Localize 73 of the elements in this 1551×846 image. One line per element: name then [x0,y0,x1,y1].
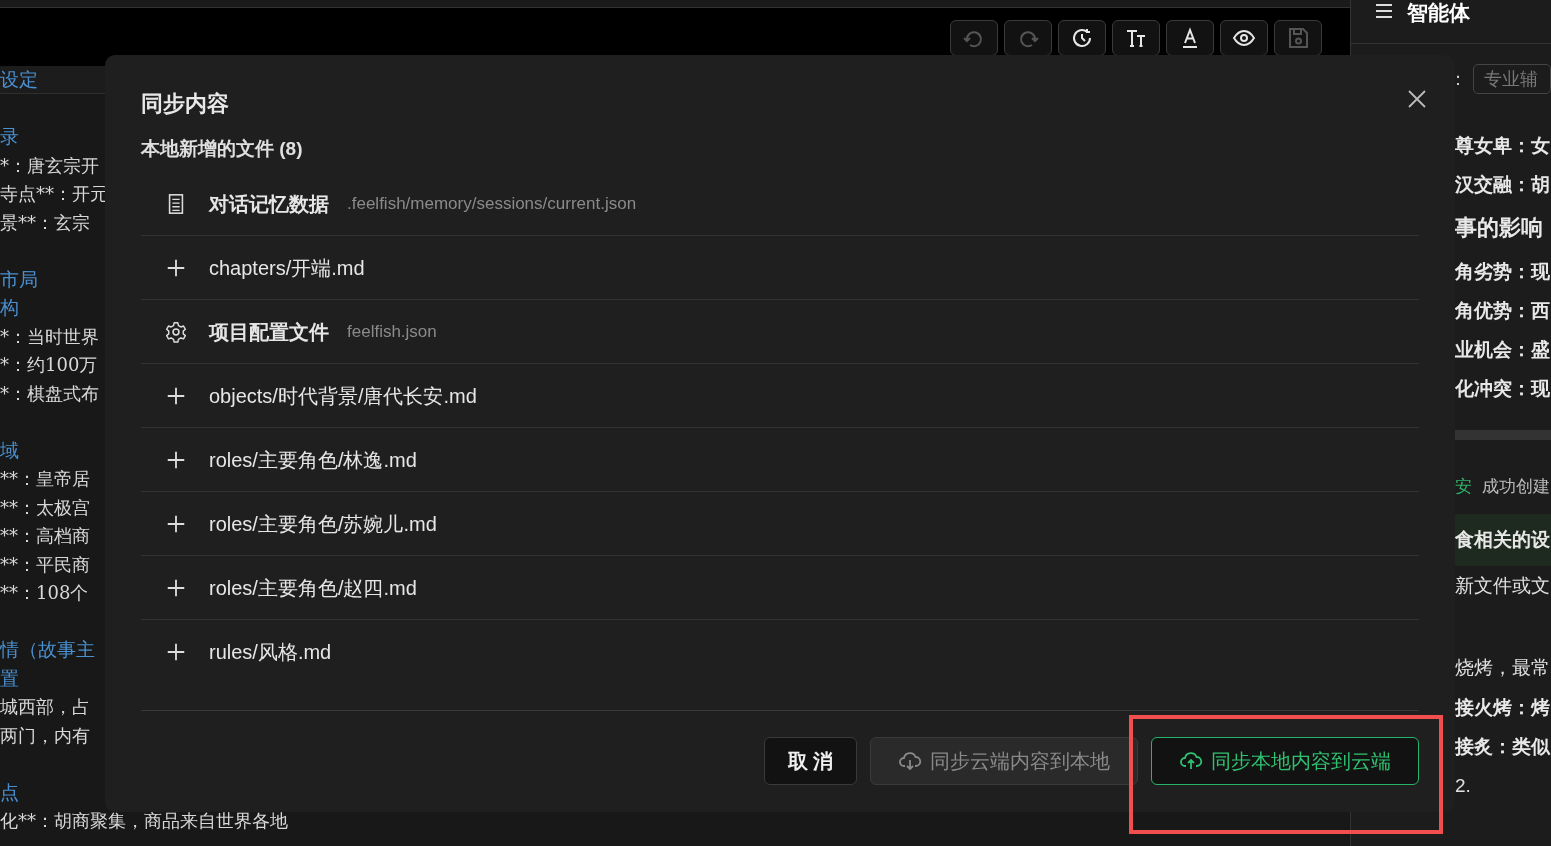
text-line: 化**：胡商聚集，商品来自世界各地 [0,811,288,832]
heading: 事的影响 [1455,214,1544,242]
file-row[interactable]: roles/主要角色/林逸.md [141,428,1419,492]
file-row[interactable]: 项目配置文件 feelfish.json [141,300,1419,364]
file-row[interactable]: objects/时代背景/唐代长安.md [141,364,1419,428]
mode-select[interactable]: 专业辅 [1473,64,1551,94]
file-row[interactable]: roles/主要角色/赵四.md [141,556,1419,620]
file-path: feelfish.json [347,320,437,343]
section-heading: 录 [0,127,19,148]
file-row[interactable]: roles/主要角色/苏婉儿.md [141,492,1419,556]
status-tag: 安 [1455,474,1472,500]
text-line: 烧烤，最常 [1455,656,1551,680]
file-name: roles/主要角色/林逸.md [209,447,417,473]
file-name: roles/主要角色/赵四.md [209,575,417,601]
status-text: 成功创建 [1482,476,1550,499]
file-name: objects/时代背景/唐代长安.md [209,383,477,409]
editor-title: 设定 [0,70,38,89]
panel-title: 智能体 [1407,2,1470,23]
text-line: *：约100万 [0,355,98,376]
eye-button[interactable] [1220,20,1268,56]
close-icon [1407,89,1427,109]
text-line: *：当时世界 [0,326,99,347]
text-line: **：平民商 [0,554,90,575]
text-line: 角优势：西 [1455,299,1551,323]
file-name: roles/主要角色/苏婉儿.md [209,511,437,537]
text-line: **：皇帝居 [0,469,90,490]
file-name: chapters/开端.md [209,255,365,281]
text-line: 业机会：盛 [1455,338,1551,362]
cloud-download-icon [898,750,922,771]
text-line: 新文件或文 [1455,574,1551,598]
text-line: 接火烤：烤 [1455,696,1551,720]
close-button[interactable] [1407,89,1427,109]
text-line: **：108个 [0,583,89,604]
section-heading: 域 [0,440,19,461]
text-line: *：唐玄宗开 [0,155,99,176]
text-line: 2. [1455,774,1472,798]
section-heading: 点 [0,782,19,803]
file-row[interactable]: chapters/开端.md [141,236,1419,300]
file-name: rules/风格.md [209,640,332,665]
dialog-title: 同步内容 [141,93,229,115]
text-line: 尊女卑：女 [1455,134,1551,158]
gear-icon [165,320,187,343]
file-path: .feelfish/memory/sessions/current.json [347,192,637,215]
text-line: 化冲突：现 [1455,377,1551,401]
file-name: 对话记忆数据 [209,191,329,217]
section-heading: 市局 [0,269,38,290]
plus-icon [165,641,187,663]
save-icon [1286,26,1310,50]
menu-icon[interactable] [1375,4,1393,18]
cloud-upload-icon [1179,750,1203,771]
text-size-button[interactable] [1112,20,1160,56]
section-heading: 置 [0,668,19,689]
clock-button[interactable] [1058,20,1106,56]
section-heading: 情（故事主 [0,640,95,661]
text-line: 汉交融：胡 [1455,173,1551,197]
text-line: 城西部，占 [0,697,90,718]
text-line: 两门，内有 [0,725,90,746]
cancel-button[interactable]: 取 消 [764,736,857,785]
text-line: 角劣势：现 [1455,260,1551,284]
file-name: 项目配置文件 [209,319,329,345]
section-heading: 构 [0,298,19,319]
file-row[interactable]: rules/风格.md [141,620,1419,684]
font-color-button[interactable] [1166,20,1214,56]
text-line: 景**：玄宗 [0,212,90,233]
section-heading: 本地新增的文件 (8) [141,139,304,158]
text-line: **：太极宫 [0,497,90,518]
file-row[interactable]: 对话记忆数据 .feelfish/memory/sessions/current.json [141,172,1419,236]
text-line: *：棋盘式布 [0,383,99,404]
field-label: ： [1449,67,1467,91]
text-line: 接炙：类似 [1455,735,1551,759]
sync-button[interactable]: 同步本地内容到云端 [1151,736,1419,785]
clock-icon [1070,26,1094,50]
text-line: **：高档商 [0,526,90,547]
